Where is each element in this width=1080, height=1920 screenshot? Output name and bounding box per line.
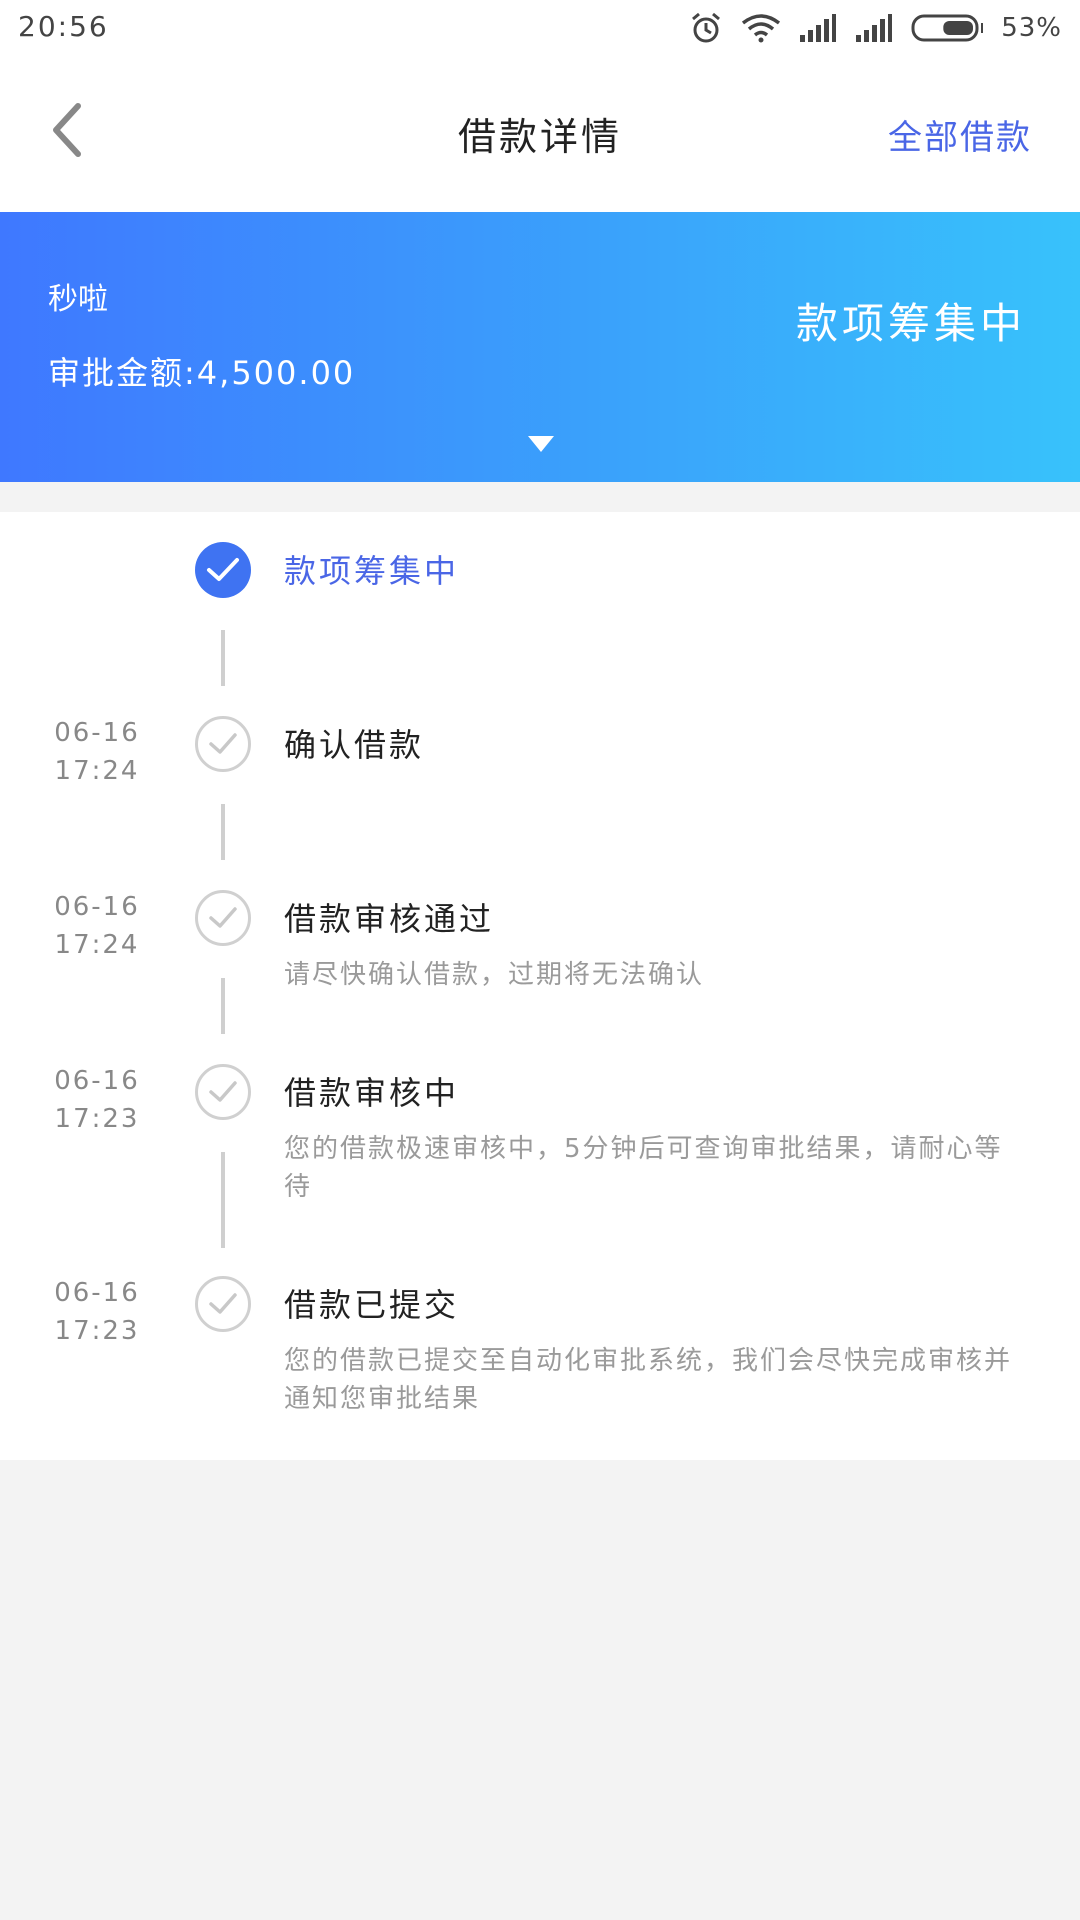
timeline-connector (221, 1152, 225, 1248)
timeline-title: 确认借款 (284, 726, 425, 764)
timeline-date-time: 17:23 (54, 1104, 140, 1134)
alarm-icon (689, 11, 723, 45)
timeline-date-day: 06-16 (54, 892, 140, 922)
timeline-title: 借款审核通过 (284, 900, 495, 938)
timeline-title: 借款已提交 (284, 1286, 460, 1324)
timeline-date-time: 17:24 (54, 930, 140, 960)
triangle-down-icon (528, 436, 554, 452)
app-header: 借款详情 全部借款 (0, 56, 1080, 213)
timeline-date: 06-16 17:23 (38, 1274, 156, 1350)
check-circle (195, 890, 251, 946)
timeline-date: 06-16 17:24 (38, 714, 156, 790)
timeline-date: 06-16 17:24 (38, 888, 156, 964)
status-bar: 20:56 53% (0, 0, 1080, 56)
merchant-name: 秒啦 (48, 282, 108, 317)
check-circle (195, 1276, 251, 1332)
check-circle-active (195, 542, 251, 598)
signal-icon (799, 13, 837, 43)
all-loans-link[interactable]: 全部借款 (888, 110, 1032, 159)
check-icon (209, 1081, 237, 1102)
approved-amount: 审批金额:4,500.00 (48, 354, 356, 392)
check-icon (209, 733, 237, 754)
timeline-date-time: 17:23 (54, 1316, 140, 1346)
timeline-connector (221, 978, 225, 1034)
check-circle (195, 1064, 251, 1120)
timeline-date: 06-16 17:23 (38, 1062, 156, 1138)
status-icons: 53% (689, 10, 1062, 46)
check-icon (207, 558, 239, 581)
timeline-date-day: 06-16 (54, 718, 140, 748)
timeline-description: 请尽快确认借款，过期将无法确认 (284, 960, 705, 990)
timeline-description: 您的借款极速审核中，5分钟后可查询审批结果，请耐心等待 (284, 1134, 1003, 1202)
timeline-connector (221, 804, 225, 860)
loan-summary-banner: 秒啦 审批金额:4,500.00 款项筹集中 (0, 212, 1080, 482)
battery-percent: 53% (1001, 13, 1062, 43)
timeline-date-time: 17:24 (54, 756, 140, 786)
wifi-icon (741, 13, 781, 43)
check-circle (195, 716, 251, 772)
signal-icon (855, 13, 893, 43)
loan-timeline: 款项筹集中 06-16 17:24 确认借款 06-16 17:24 借款审核通… (0, 512, 1080, 1460)
timeline-date-day: 06-16 (54, 1278, 140, 1308)
check-icon (209, 907, 237, 928)
timeline-title: 款项筹集中 (284, 552, 460, 590)
timeline-title: 借款审核中 (284, 1074, 460, 1112)
check-icon (209, 1293, 237, 1314)
timeline-connector (221, 630, 225, 686)
timeline-date-day: 06-16 (54, 1066, 140, 1096)
expand-toggle[interactable] (526, 434, 556, 454)
timeline-description: 您的借款已提交至自动化审批系统，我们会尽快完成审核并通知您审批结果 (284, 1346, 1013, 1414)
status-time: 20:56 (18, 10, 109, 43)
loan-status: 款项筹集中 (795, 299, 1026, 348)
battery-icon (911, 14, 984, 42)
